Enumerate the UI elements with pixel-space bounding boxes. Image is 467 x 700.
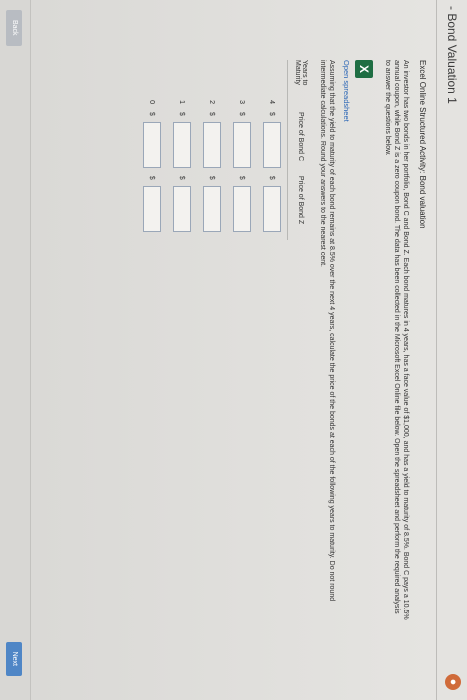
bond-c-price-cell: $: [137, 112, 167, 176]
dollar-sign: $: [148, 175, 156, 180]
app-frame: - Bond Valuation 1 ● Excel Online Struct…: [0, 0, 467, 700]
bond-c-price-input[interactable]: [203, 121, 221, 168]
price-entry: $: [173, 176, 191, 232]
bond-c-price-input[interactable]: [143, 121, 161, 168]
back-button[interactable]: Back: [6, 10, 22, 46]
price-entry: $: [263, 112, 281, 168]
table-row: 1 $ $: [167, 60, 197, 240]
main-content: Excel Online Structured Activity: Bond v…: [137, 60, 427, 620]
footer-bar: Back Next: [0, 0, 31, 700]
page-title: - Bond Valuation 1: [445, 6, 459, 104]
price-entry: $: [233, 176, 251, 232]
bond-c-price-cell: $: [227, 112, 257, 176]
bond-z-price-input[interactable]: [233, 185, 251, 232]
bond-c-price-cell: $: [197, 112, 227, 176]
bond-z-price-cell: $: [257, 176, 288, 240]
price-entry: $: [203, 176, 221, 232]
years-to-maturity-cell: 4: [268, 100, 276, 104]
instructions-text: Assuming that the yield to maturity of e…: [319, 60, 335, 602]
price-entry: $: [233, 112, 251, 168]
price-entry: $: [263, 176, 281, 232]
bond-z-price-cell: $: [167, 176, 197, 240]
next-button[interactable]: Next: [6, 641, 22, 676]
dollar-sign: $: [208, 112, 216, 116]
excel-icon[interactable]: X: [355, 60, 373, 78]
bond-z-price-input[interactable]: [263, 185, 281, 232]
dollar-sign: $: [178, 175, 186, 180]
dollar-sign: $: [268, 175, 276, 180]
bond-z-price-input[interactable]: [173, 185, 191, 232]
dollar-sign: $: [148, 112, 156, 116]
bond-c-price-input[interactable]: [233, 121, 251, 168]
years-to-maturity-cell: 0: [148, 100, 156, 104]
bond-c-price-cell: $: [167, 112, 197, 176]
bond-z-price-cell: $: [227, 176, 257, 240]
dollar-sign: $: [238, 112, 246, 116]
years-to-maturity-cell: 1: [178, 100, 186, 104]
bond-c-price-input[interactable]: [173, 121, 191, 168]
column-header-bond-z: Price of Bond Z: [287, 175, 310, 240]
years-to-maturity-cell: 3: [238, 100, 246, 104]
header-bar: - Bond Valuation 1 ●: [436, 0, 467, 700]
table-row: 2 $ $: [197, 60, 227, 240]
price-entry: $: [143, 112, 161, 168]
column-header-years: Years to Maturity: [287, 60, 310, 112]
bond-z-price-input[interactable]: [143, 185, 161, 232]
open-spreadsheet-link[interactable]: Open spreadsheet: [342, 60, 351, 620]
table-row: 4 $ $: [257, 60, 288, 240]
help-icon[interactable]: ●: [445, 674, 461, 690]
bond-c-price-cell: $: [257, 112, 288, 176]
table-row: 0 $ $: [137, 60, 167, 240]
price-entry: $: [143, 176, 161, 232]
dollar-sign: $: [178, 112, 186, 116]
dollar-sign: $: [238, 175, 246, 180]
bond-z-price-input[interactable]: [203, 185, 221, 232]
table-header-row: Years to Maturity Price of Bond C Price …: [287, 60, 310, 240]
years-to-maturity-cell: 2: [208, 100, 216, 104]
column-header-bond-c: Price of Bond C: [287, 112, 310, 176]
table-row: 3 $ $: [227, 60, 257, 240]
bond-z-price-cell: $: [137, 176, 167, 240]
bond-c-price-input[interactable]: [263, 121, 281, 168]
bond-z-price-cell: $: [197, 176, 227, 240]
price-entry: $: [203, 112, 221, 168]
price-entry: $: [173, 112, 191, 168]
rotated-screen: - Bond Valuation 1 ● Excel Online Struct…: [0, 0, 467, 700]
dollar-sign: $: [208, 175, 216, 180]
activity-description: An investor has two bonds in her portfol…: [384, 60, 409, 620]
bond-price-table: Years to Maturity Price of Bond C Price …: [137, 60, 310, 240]
dollar-sign: $: [268, 112, 276, 116]
activity-title: Excel Online Structured Activity: Bond v…: [418, 60, 427, 229]
